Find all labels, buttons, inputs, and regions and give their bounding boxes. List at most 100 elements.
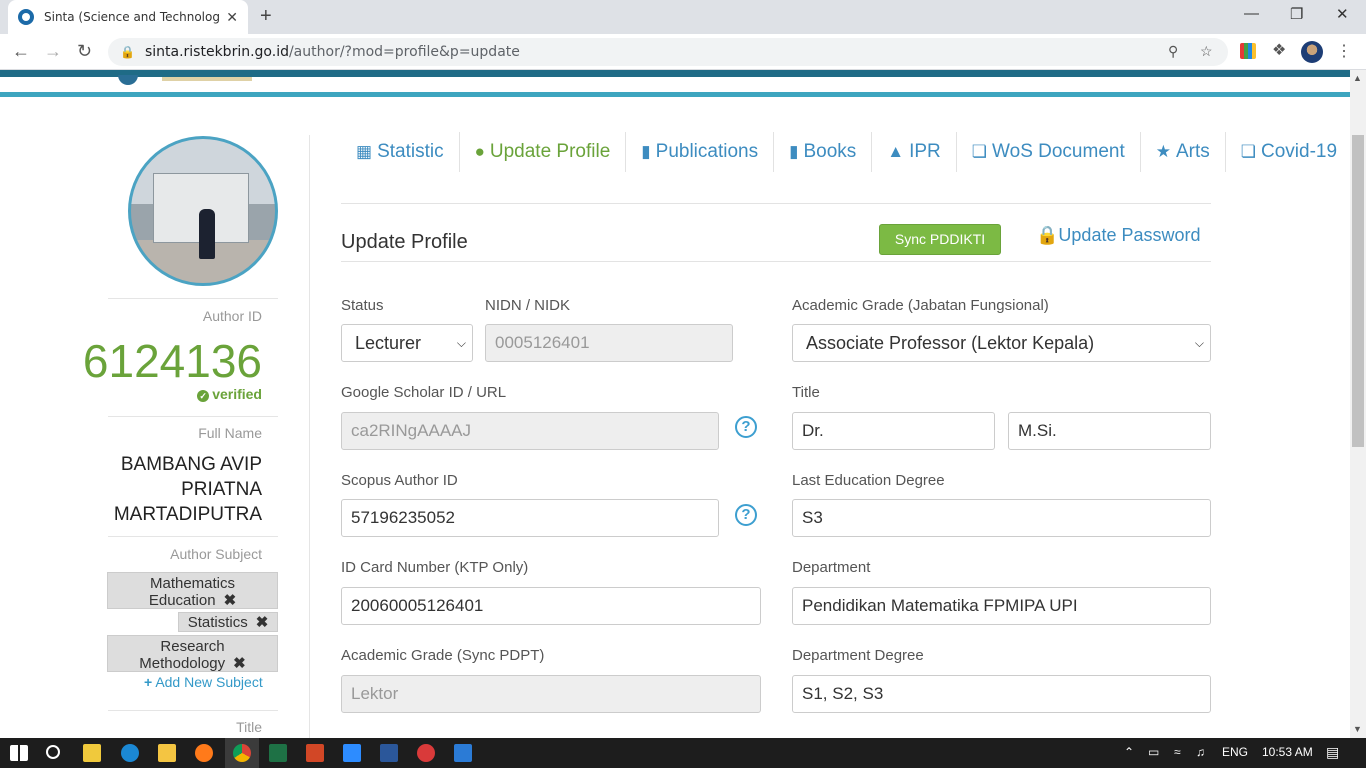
- color-extension-icon[interactable]: [1240, 43, 1256, 59]
- window-restore-button[interactable]: ❐: [1290, 5, 1303, 23]
- reload-icon[interactable]: ↻: [77, 41, 92, 62]
- language-indicator[interactable]: ENG: [1222, 745, 1248, 759]
- nidn-field[interactable]: 0005126401: [485, 324, 733, 362]
- academic-grade-pdpt-field[interactable]: Lektor: [341, 675, 761, 713]
- tab-wos-document[interactable]: ❏ WoS Document: [957, 132, 1141, 172]
- volume-icon[interactable]: ♫: [1196, 745, 1205, 759]
- section-divider: [341, 261, 1211, 262]
- tab-covid-19[interactable]: ❏ Covid-19: [1226, 132, 1350, 172]
- powerpoint-icon[interactable]: [306, 744, 324, 762]
- battery-icon[interactable]: ▭: [1148, 745, 1159, 759]
- plus-icon: +: [144, 674, 153, 690]
- department-degree-field[interactable]: S1, S2, S3: [792, 675, 1211, 713]
- section-title: Update Profile: [341, 231, 468, 253]
- tab-close-icon[interactable]: ✕: [226, 9, 238, 26]
- copy-icon: ❏: [971, 142, 988, 161]
- address-bar[interactable]: 🔒 sinta.ristekbrin.go.id/author/?mod=pro…: [108, 38, 1228, 66]
- tab-publications[interactable]: ▮ Publications: [626, 132, 775, 172]
- search-icon[interactable]: [46, 745, 60, 759]
- tab-statistic[interactable]: ▦ Statistic: [341, 132, 460, 172]
- excel-icon[interactable]: [269, 744, 287, 762]
- subject-tag: Research Methodology ✖: [107, 635, 278, 672]
- google-scholar-field[interactable]: ca2RINgAAAAJ: [341, 412, 719, 450]
- window-minimize-button[interactable]: —: [1244, 5, 1259, 22]
- chevron-down-icon: ⌵: [1194, 336, 1204, 350]
- sidebar-divider: [108, 710, 278, 711]
- zoom-app-icon[interactable]: [343, 744, 361, 762]
- help-question-icon[interactable]: ?: [735, 416, 757, 438]
- profile-photo: [128, 136, 278, 286]
- nav-divider: [341, 203, 1211, 204]
- tab-arts[interactable]: ★ Arts: [1141, 132, 1226, 172]
- scopus-id-field[interactable]: 57196235052: [341, 499, 719, 537]
- site-header: [0, 70, 1350, 98]
- remove-subject-icon[interactable]: ✖: [256, 614, 269, 631]
- remove-subject-icon[interactable]: ✖: [233, 655, 246, 672]
- file-explorer-icon[interactable]: [158, 744, 176, 762]
- tab-books[interactable]: ▮ Books: [774, 132, 873, 172]
- bookmark-star-icon[interactable]: ☆: [1200, 43, 1213, 60]
- help-question-icon[interactable]: ?: [735, 504, 757, 526]
- window-close-button[interactable]: ✕: [1336, 5, 1349, 23]
- store-icon[interactable]: [83, 744, 101, 762]
- bar-chart-icon: ▦: [356, 142, 373, 161]
- tab-title: Sinta (Science and Technology In: [44, 10, 219, 24]
- sidebar-divider: [108, 536, 278, 537]
- title-back-field[interactable]: M.Si.: [1008, 412, 1211, 450]
- google-scholar-label: Google Scholar ID / URL: [341, 384, 507, 401]
- verified-badge: ✓ verified: [197, 386, 262, 402]
- author-subject-label: Author Subject: [170, 546, 262, 562]
- browser-toolbar: ← → ↻ 🔒 sinta.ristekbrin.go.id/author/?m…: [0, 34, 1366, 70]
- scroll-up-icon[interactable]: ▲: [1353, 73, 1362, 83]
- edge-browser-icon[interactable]: [121, 744, 139, 762]
- tab-ipr[interactable]: ▲ IPR: [872, 132, 957, 172]
- chevron-up-icon[interactable]: ⌃: [1124, 745, 1134, 759]
- last-education-label: Last Education Degree: [792, 472, 945, 489]
- lock-icon: 🔒: [1036, 225, 1059, 245]
- word-icon[interactable]: [380, 744, 398, 762]
- column-separator: [309, 135, 310, 738]
- department-degree-label: Department Degree: [792, 647, 924, 664]
- status-select[interactable]: Lecturer ⌵: [341, 324, 473, 362]
- department-field[interactable]: Pendidikan Matematika FPMIPA UPI: [792, 587, 1211, 625]
- forward-arrow-icon[interactable]: →: [44, 41, 62, 62]
- update-password-link[interactable]: 🔒Update Password: [1036, 225, 1201, 246]
- sidebar-divider: [108, 298, 278, 299]
- app-blue-icon[interactable]: [454, 744, 472, 762]
- sidebar-divider: [108, 416, 278, 417]
- zoom-icon[interactable]: ⚲: [1168, 43, 1178, 60]
- tab-update-profile[interactable]: ● Update Profile: [460, 132, 627, 172]
- profile-nav-tabs: ▦ Statistic ● Update Profile ▮ Publications…: [341, 132, 1350, 172]
- academic-grade-select[interactable]: Associate Professor (Lektor Kepala) ⌵: [792, 324, 1211, 362]
- browser-tab[interactable]: Sinta (Science and Technology In ✕: [8, 0, 248, 34]
- browser-profile-avatar[interactable]: [1301, 41, 1323, 63]
- department-label: Department: [792, 559, 871, 576]
- user-icon: ●: [474, 142, 485, 161]
- browser-tabstrip: Sinta (Science and Technology In ✕ + — ❐…: [0, 0, 1366, 34]
- back-arrow-icon[interactable]: ←: [12, 41, 30, 62]
- title-front-field[interactable]: Dr.: [792, 412, 995, 450]
- new-tab-button[interactable]: +: [260, 5, 272, 28]
- sync-pddikti-button[interactable]: Sync PDDIKTI: [879, 224, 1001, 255]
- url-text: sinta.ristekbrin.go.id/author/?mod=profi…: [144, 44, 520, 60]
- scrollbar-thumb[interactable]: [1352, 135, 1364, 447]
- chrome-icon[interactable]: [233, 744, 251, 762]
- last-education-field[interactable]: S3: [792, 499, 1211, 537]
- sinta-favicon-icon: [18, 9, 34, 25]
- page-scrollbar[interactable]: ▲ ▼: [1350, 70, 1366, 738]
- id-card-field[interactable]: 20060005126401: [341, 587, 761, 625]
- windows-start-icon[interactable]: [10, 745, 28, 761]
- wifi-icon[interactable]: ≈: [1174, 745, 1181, 759]
- remove-subject-icon[interactable]: ✖: [224, 592, 237, 609]
- extensions-puzzle-icon[interactable]: ❖: [1272, 40, 1288, 59]
- title-label: Title: [792, 384, 820, 401]
- app-red-icon[interactable]: [417, 744, 435, 762]
- add-new-subject-link[interactable]: + Add New Subject: [144, 674, 263, 690]
- scroll-down-icon[interactable]: ▼: [1353, 724, 1362, 734]
- firefox-icon[interactable]: [195, 744, 213, 762]
- notifications-icon[interactable]: ▤: [1326, 744, 1339, 761]
- author-id-value: 6124136: [82, 335, 262, 387]
- clock[interactable]: 10:53 AM: [1262, 745, 1313, 759]
- sinta-logo[interactable]: [118, 75, 258, 85]
- browser-menu-icon[interactable]: ⋮: [1336, 41, 1352, 61]
